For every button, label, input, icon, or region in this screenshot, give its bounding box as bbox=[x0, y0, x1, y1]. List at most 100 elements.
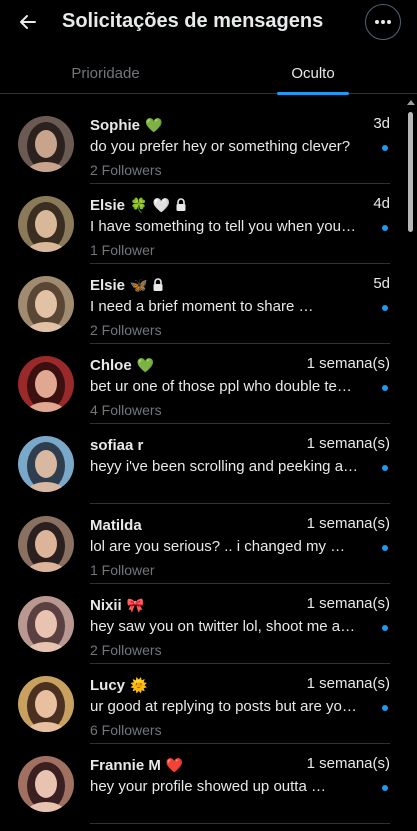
message-preview: hey your profile showed up outta … bbox=[90, 778, 326, 795]
timestamp: 1 semana(s) bbox=[306, 595, 390, 612]
avatar[interactable] bbox=[18, 436, 74, 492]
avatar[interactable] bbox=[18, 276, 74, 332]
name-emoji-icon: 🦋 bbox=[130, 277, 148, 293]
back-button[interactable] bbox=[14, 8, 42, 36]
message-request-list: Sophie 💚 3d do you prefer hey or something … bbox=[0, 104, 404, 831]
avatar-photo bbox=[18, 276, 74, 332]
message-preview: do you prefer hey or something clever? bbox=[90, 138, 351, 155]
follower-count: 1 Follower bbox=[90, 562, 155, 578]
name-emoji-icon: 🎀 bbox=[126, 597, 145, 613]
timestamp: 3d bbox=[373, 115, 390, 132]
avatar[interactable] bbox=[18, 516, 74, 572]
sender-name: Nixii bbox=[90, 596, 122, 614]
top-bar: Solicitações de mensagens bbox=[0, 0, 417, 44]
message-request-row[interactable]: Matilda 1 semana(s) lol are you serious? .… bbox=[0, 504, 404, 584]
message-preview: I have something to tell you when you… bbox=[90, 218, 356, 235]
follower-count: 2 Followers bbox=[90, 642, 162, 658]
avatar[interactable] bbox=[18, 356, 74, 412]
avatar[interactable] bbox=[18, 196, 74, 252]
avatar[interactable] bbox=[18, 116, 74, 172]
unread-dot bbox=[382, 785, 388, 791]
unread-dot bbox=[382, 385, 388, 391]
message-request-row[interactable]: Elsie 🦋 5d I need a brief moment to share …… bbox=[0, 264, 404, 344]
message-request-row[interactable]: sofiaa r 1 semana(s) heyy i've been scroll… bbox=[0, 424, 404, 504]
avatar[interactable] bbox=[18, 596, 74, 652]
tab-bar: Prioridade Oculto bbox=[0, 54, 417, 95]
lock-icon bbox=[152, 278, 164, 292]
timestamp: 1 semana(s) bbox=[306, 355, 390, 372]
name-line: Sophie 💚 bbox=[90, 115, 162, 135]
message-preview: ur good at replying to posts but are yo… bbox=[90, 698, 357, 715]
sender-name: Matilda bbox=[90, 516, 142, 534]
avatar-photo bbox=[18, 676, 74, 732]
name-emoji-icon: 🍀 bbox=[130, 197, 148, 213]
scroll-up-arrow-icon[interactable] bbox=[407, 100, 415, 105]
avatar[interactable] bbox=[18, 676, 74, 732]
name-emoji-icon: 💚 bbox=[136, 357, 155, 373]
timestamp: 1 semana(s) bbox=[306, 755, 390, 772]
scrollbar[interactable] bbox=[404, 98, 417, 831]
sender-name: Sophie bbox=[90, 116, 141, 134]
name-line: Lucy 🌞 bbox=[90, 675, 147, 695]
tab-label: Oculto bbox=[291, 65, 335, 82]
tab-prioridade[interactable]: Prioridade bbox=[55, 54, 156, 94]
arrow-left-icon bbox=[20, 15, 36, 29]
scrollbar-thumb[interactable] bbox=[408, 112, 413, 232]
follower-count: 2 Followers bbox=[90, 162, 162, 178]
name-line: Elsie 🦋 bbox=[90, 275, 164, 295]
name-line: Chloe 💚 bbox=[90, 355, 154, 375]
unread-dot bbox=[382, 705, 388, 711]
message-preview: bet ur one of those ppl who double te… bbox=[90, 378, 352, 395]
name-line: sofiaa r bbox=[90, 435, 143, 455]
avatar-photo bbox=[18, 196, 74, 252]
message-preview: hey saw you on twitter lol, shoot me a… bbox=[90, 618, 356, 635]
timestamp: 4d bbox=[373, 195, 390, 212]
message-request-row[interactable]: Chloe 💚 1 semana(s) bet ur one of those ppl… bbox=[0, 344, 404, 424]
message-request-row[interactable]: Nixii 🎀 1 semana(s) hey saw you on twitter … bbox=[0, 584, 404, 664]
unread-dot bbox=[382, 465, 388, 471]
message-preview: lol are you serious? .. i changed my … bbox=[90, 538, 346, 555]
timestamp: 1 semana(s) bbox=[306, 675, 390, 692]
name-emoji-icon: ❤️ bbox=[165, 757, 184, 773]
name-line: Frannie M ❤️ bbox=[90, 755, 183, 775]
unread-dot bbox=[382, 145, 388, 151]
name-line: Nixii 🎀 bbox=[90, 595, 144, 615]
sender-name: Lucy bbox=[90, 676, 126, 694]
timestamp: 1 semana(s) bbox=[306, 435, 390, 452]
name-line: Elsie 🍀 🤍 bbox=[90, 195, 187, 215]
name-emoji-icon: 💚 bbox=[145, 117, 163, 133]
message-request-row[interactable]: Lucy 🌞 1 semana(s) ur good at replying to p… bbox=[0, 664, 404, 744]
active-tab-indicator bbox=[277, 92, 349, 95]
message-request-row[interactable]: Sophie 💚 3d do you prefer hey or something … bbox=[0, 104, 404, 184]
tab-oculto[interactable]: Oculto bbox=[277, 54, 349, 95]
avatar[interactable] bbox=[18, 756, 74, 812]
more-horizontal-icon bbox=[375, 20, 391, 24]
avatar-photo bbox=[18, 516, 74, 572]
avatar-photo bbox=[18, 116, 74, 172]
avatar-photo bbox=[18, 436, 74, 492]
name-emoji-icon: 🤍 bbox=[152, 197, 170, 213]
more-options-button[interactable] bbox=[365, 4, 401, 40]
follower-count: 2 Followers bbox=[90, 322, 162, 338]
page-title: Solicitações de mensagens bbox=[62, 10, 324, 32]
message-request-row[interactable]: Frannie M ❤️ 1 semana(s) hey your profile s… bbox=[0, 744, 404, 824]
sender-name: sofiaa r bbox=[90, 436, 144, 454]
timestamp: 1 semana(s) bbox=[306, 515, 390, 532]
follower-count: 4 Followers bbox=[90, 402, 162, 418]
unread-dot bbox=[382, 625, 388, 631]
follower-count: 6 Followers bbox=[90, 722, 162, 738]
divider bbox=[90, 823, 390, 824]
unread-dot bbox=[382, 225, 388, 231]
message-preview: I need a brief moment to share … bbox=[90, 298, 314, 315]
sender-name: Elsie bbox=[90, 276, 126, 294]
sender-name: Elsie bbox=[90, 196, 126, 214]
message-preview: heyy i've been scrolling and peeking a… bbox=[90, 458, 359, 475]
unread-dot bbox=[382, 545, 388, 551]
tab-label: Prioridade bbox=[71, 65, 140, 82]
message-request-row[interactable]: Elsie 🍀 🤍 4d I have something to tell you wh… bbox=[0, 184, 404, 264]
follower-count: 1 Follower bbox=[90, 242, 155, 258]
avatar-photo bbox=[18, 756, 74, 812]
sender-name: Chloe bbox=[90, 356, 132, 374]
name-line: Matilda bbox=[90, 515, 142, 535]
sender-name: Frannie M bbox=[90, 756, 161, 774]
